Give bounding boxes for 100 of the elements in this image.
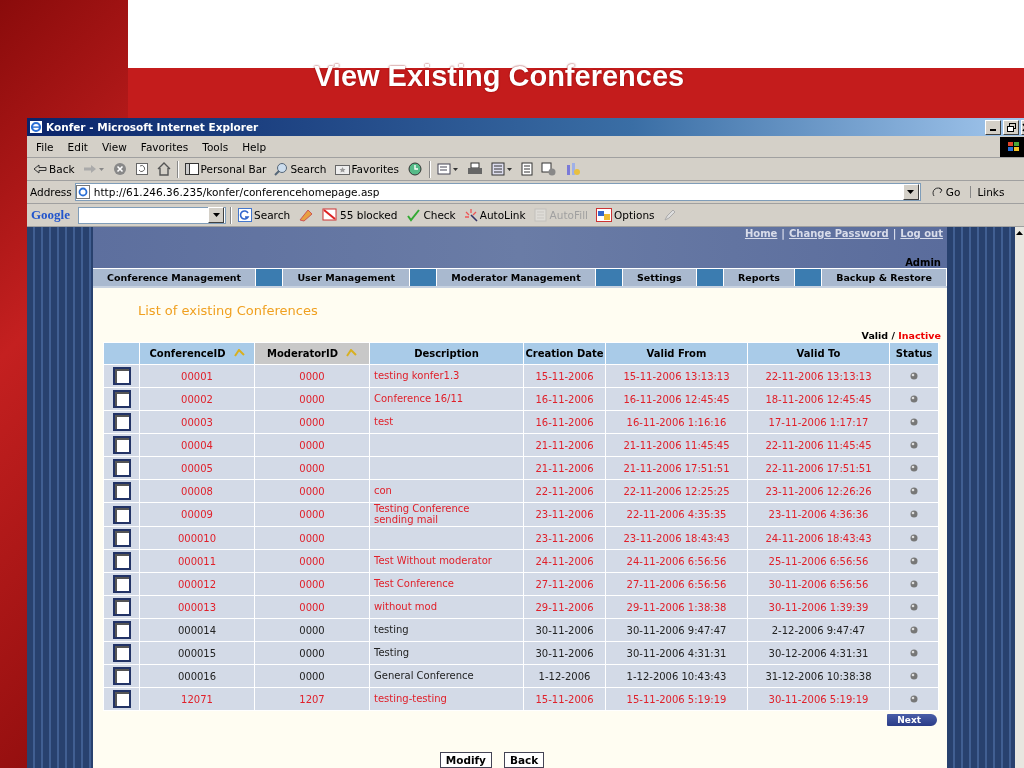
- table-cell: Conference 16/11: [374, 393, 464, 405]
- blocked-button[interactable]: 55 blocked: [320, 208, 400, 222]
- search-button[interactable]: Search: [272, 162, 329, 176]
- table-cell: 30-12-2006 4:31:31: [768, 647, 869, 659]
- page-heading: List of existing Conferences: [138, 303, 319, 318]
- table-cell: con: [374, 485, 392, 497]
- table-cell: 16-11-2006: [535, 416, 594, 428]
- caret-icon[interactable]: [212, 213, 220, 217]
- g-letter-icon[interactable]: [238, 208, 252, 222]
- go-arrow-icon[interactable]: [931, 186, 944, 198]
- magic-wand-icon[interactable]: [463, 208, 478, 222]
- column-header[interactable]: Status: [889, 342, 939, 365]
- table-cell: 30-11-2006 1:39:39: [768, 601, 869, 613]
- google-logo[interactable]: Google: [31, 207, 74, 223]
- status-dot-icon: [910, 371, 918, 380]
- panel-button[interactable]: Personal Bar: [182, 163, 269, 175]
- menu-item[interactable]: View: [94, 140, 134, 153]
- dropdown-button[interactable]: [208, 207, 224, 223]
- header-link[interactable]: Log out: [900, 228, 943, 239]
- scrollbar[interactable]: [1015, 227, 1024, 768]
- dropdown-button[interactable]: [902, 184, 919, 200]
- table-cell: 16-11-2006 12:45:45: [623, 393, 730, 405]
- header-link[interactable]: Change Password: [789, 228, 889, 239]
- table-cell: 0000: [299, 601, 325, 613]
- menu-item[interactable]: Tools: [195, 140, 236, 153]
- table-cell: 21-11-2006 11:45:45: [623, 439, 730, 451]
- separator: |: [781, 228, 785, 239]
- table-cell: 18-11-2006 12:45:45: [765, 393, 872, 405]
- panel-icon[interactable]: [184, 163, 199, 175]
- column-header[interactable]: ModeratorID: [254, 342, 370, 365]
- table-cell: 30-11-2006 5:19:19: [768, 693, 869, 705]
- address-field[interactable]: http://61.246.36.235/konfer/conferencehomepage.asp: [74, 183, 921, 201]
- check-button[interactable]: Check: [403, 208, 458, 222]
- up-arrow-icon[interactable]: [1016, 231, 1023, 235]
- google-search-field[interactable]: [78, 206, 226, 224]
- table-cell: 0000: [299, 393, 325, 405]
- options-icon[interactable]: [596, 208, 612, 222]
- caret-icon[interactable]: [907, 190, 915, 194]
- table-cell: 00002: [181, 393, 213, 405]
- form-button[interactable]: Modify: [439, 752, 492, 768]
- status-dot-icon: [910, 602, 918, 611]
- checkmark-icon[interactable]: [405, 208, 422, 222]
- back-arrow-icon[interactable]: [33, 164, 47, 174]
- table-cell: 15-11-2006 13:13:13: [623, 370, 730, 382]
- table-cell: 21-11-2006: [535, 462, 594, 474]
- table-cell: 22-11-2006 12:25:25: [623, 485, 730, 497]
- column-header[interactable]: Valid From: [605, 342, 748, 365]
- back-button[interactable]: Back: [31, 163, 77, 175]
- checkbox[interactable]: [112, 644, 131, 662]
- blocked-window-icon[interactable]: [322, 208, 339, 222]
- checkbox[interactable]: [112, 621, 131, 639]
- form-button[interactable]: Back: [503, 752, 545, 768]
- table-cell: 00001: [181, 370, 213, 382]
- go-button[interactable]: Go: [923, 186, 972, 198]
- column-header[interactable]: Creation Date: [523, 342, 606, 365]
- table-cell-text: Testing Conference sending mail: [374, 504, 471, 525]
- favorites-button[interactable]: Favorites: [332, 163, 401, 175]
- checkbox[interactable]: [112, 667, 131, 685]
- table-cell: 000011: [177, 555, 217, 567]
- links-button[interactable]: Links: [974, 186, 1005, 198]
- nav-tab[interactable]: Moderator Management: [437, 269, 596, 286]
- options-button[interactable]: Options: [594, 208, 657, 222]
- table-cell: Test Without moderator: [374, 555, 492, 567]
- table-cell: 30-11-2006 4:31:31: [626, 647, 727, 659]
- table-cell: 00003: [181, 416, 213, 428]
- table-cell: 0000: [299, 555, 325, 567]
- nav-tab[interactable]: Settings: [622, 269, 697, 286]
- table-cell: test: [374, 416, 394, 428]
- search-button[interactable]: Search: [236, 208, 293, 222]
- menu-item[interactable]: Help: [235, 140, 274, 153]
- column-header[interactable]: Valid To: [747, 342, 890, 365]
- table-cell: 29-11-2006 1:38:38: [626, 601, 727, 613]
- status-dot-icon: [910, 417, 918, 426]
- table-cell: 24-11-2006 6:56:56: [626, 555, 727, 567]
- status-dot-icon: [910, 694, 918, 703]
- table-cell: 22-11-2006 11:45:45: [765, 439, 872, 451]
- table-cell: Testing: [374, 647, 410, 659]
- table-cell: 0000: [299, 670, 325, 682]
- table-cell: 17-11-2006 1:17:17: [768, 416, 869, 428]
- table-cell: 000013: [177, 601, 217, 613]
- table-cell: 23-11-2006: [535, 532, 594, 544]
- column-header[interactable]: Description: [369, 342, 524, 365]
- menu-item[interactable]: File: [29, 140, 61, 153]
- table-cell: 1-12-2006: [538, 670, 591, 682]
- menu-item[interactable]: Favorites: [133, 140, 196, 153]
- table-cell: 00004: [181, 439, 213, 451]
- status-dot-icon: [910, 671, 918, 680]
- table-cell: 30-11-2006 9:47:47: [626, 624, 727, 636]
- column-header[interactable]: ConferenceID: [139, 342, 255, 365]
- status-dot-icon: [910, 533, 918, 542]
- table-cell: testing konfer1.3: [374, 370, 460, 382]
- next-button[interactable]: Next: [887, 714, 937, 726]
- table-cell: 2-12-2006 9:47:47: [771, 624, 866, 636]
- menu-item[interactable]: Edit: [60, 140, 95, 153]
- status-dot-icon: [910, 510, 918, 518]
- user-name: Admin: [905, 257, 941, 269]
- table-cell: 24-11-2006: [535, 555, 594, 567]
- autolink-button[interactable]: AutoLink: [461, 208, 528, 222]
- search-icon[interactable]: [274, 162, 289, 176]
- star-folder-icon[interactable]: [334, 163, 350, 175]
